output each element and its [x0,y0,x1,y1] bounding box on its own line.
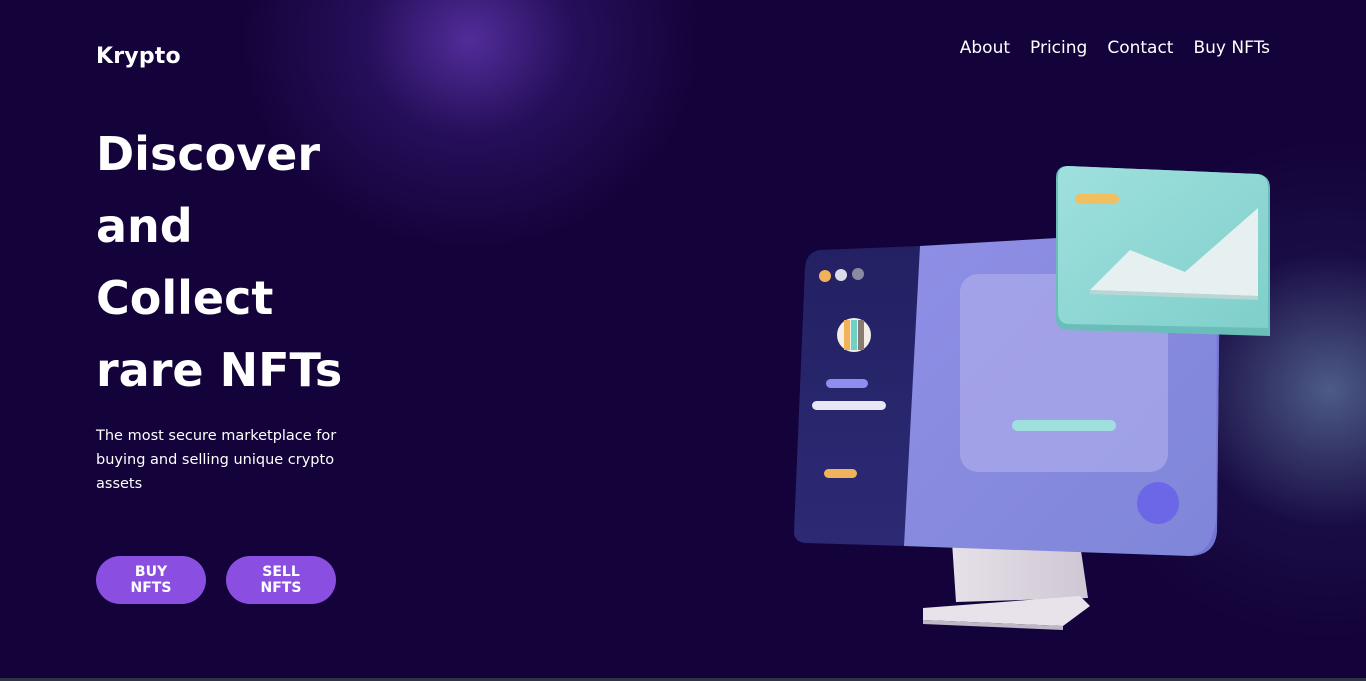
avatar-icon [837,318,871,352]
nav-link-about[interactable]: About [960,38,1010,58]
inner-card-pill-icon [1012,420,1116,431]
buy-nfts-button[interactable]: BUY NFTS [96,556,206,604]
sidebar-pill-icon [812,401,886,410]
sidebar-pill-icon [826,379,868,388]
nav-link-pricing[interactable]: Pricing [1030,38,1087,58]
nav-link-buy-nfts[interactable]: Buy NFTs [1193,38,1270,58]
computer-monitor-illustration [780,150,1290,640]
hero-actions: BUY NFTS SELL NFTS [96,556,336,604]
headline-line: Collect [96,271,274,325]
image-card-icon [1056,166,1270,336]
main-nav: About Pricing Contact Buy NFTs [960,38,1270,58]
nav-link-contact[interactable]: Contact [1107,38,1173,58]
headline-line: Discover [96,127,321,181]
headline-line: and [96,199,193,253]
monitor-stand [923,542,1090,630]
window-dot-icon [819,270,831,282]
hero-headline: Discover and Collect rare NFTs [96,118,426,406]
headline-line: rare NFTs [96,343,343,397]
screen-dot-icon [1137,482,1179,524]
sidebar-pill-icon [824,469,857,478]
brand-logo[interactable]: Krypto [96,44,181,69]
hero-subtitle: The most secure marketplace for buying a… [96,428,337,492]
sell-nfts-button[interactable]: SELL NFTS [226,556,336,604]
window-dot-icon [852,268,864,280]
window-dot-icon [835,269,847,281]
